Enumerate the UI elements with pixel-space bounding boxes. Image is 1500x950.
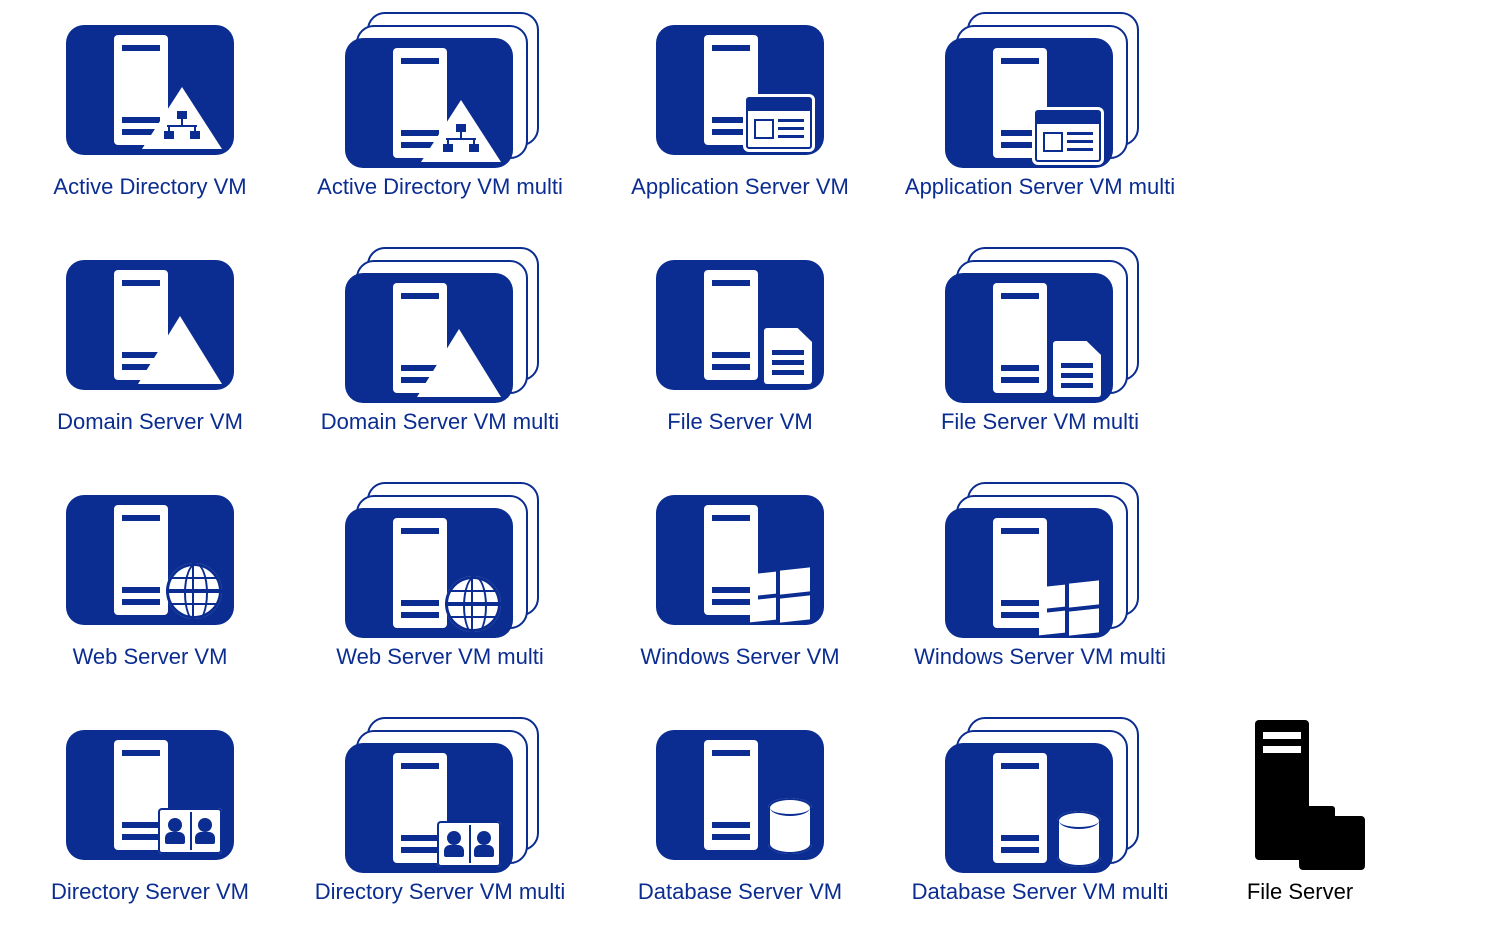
cell-directory-server-vm-multi: Directory Server VM multi xyxy=(280,715,600,940)
label-directory-server-vm-multi: Directory Server VM multi xyxy=(315,879,566,905)
cell-database-server-vm: Database Server VM xyxy=(600,715,880,940)
label-active-directory-vm-multi: Active Directory VM multi xyxy=(317,174,563,200)
label-application-server-vm-multi: Application Server VM multi xyxy=(905,174,1175,200)
cell-file-server: File Server xyxy=(1200,715,1400,940)
label-file-server: File Server xyxy=(1247,879,1353,905)
label-web-server-vm: Web Server VM xyxy=(73,644,228,670)
active-directory-vm-multi-icon[interactable] xyxy=(345,10,535,170)
label-domain-server-vm-multi: Domain Server VM multi xyxy=(321,409,559,435)
label-application-server-vm: Application Server VM xyxy=(631,174,849,200)
cell-windows-server-vm-multi: Windows Server VM multi xyxy=(880,480,1200,705)
cell-web-server-vm-multi: Web Server VM multi xyxy=(280,480,600,705)
active-directory-vm-icon[interactable] xyxy=(55,10,245,170)
label-active-directory-vm: Active Directory VM xyxy=(53,174,246,200)
cell-application-server-vm-multi: Application Server VM multi xyxy=(880,10,1200,235)
label-directory-server-vm: Directory Server VM xyxy=(51,879,249,905)
cell-active-directory-vm-multi: Active Directory VM multi xyxy=(280,10,600,235)
windows-server-vm-icon[interactable] xyxy=(645,480,835,640)
file-server-vm-multi-icon[interactable] xyxy=(945,245,1135,405)
label-database-server-vm: Database Server VM xyxy=(638,879,842,905)
web-server-vm-icon[interactable] xyxy=(55,480,245,640)
domain-server-vm-icon[interactable] xyxy=(55,245,245,405)
cell-database-server-vm-multi: Database Server VM multi xyxy=(880,715,1200,940)
application-server-vm-icon[interactable] xyxy=(645,10,835,170)
label-windows-server-vm-multi: Windows Server VM multi xyxy=(914,644,1166,670)
domain-server-vm-multi-icon[interactable] xyxy=(345,245,535,405)
cell-domain-server-vm-multi: Domain Server VM multi xyxy=(280,245,600,470)
cell-windows-server-vm: Windows Server VM xyxy=(600,480,880,705)
cell-application-server-vm: Application Server VM xyxy=(600,10,880,235)
cell-web-server-vm: Web Server VM xyxy=(20,480,280,705)
label-file-server-vm-multi: File Server VM multi xyxy=(941,409,1139,435)
cell-active-directory-vm: Active Directory VM xyxy=(20,10,280,235)
windows-server-vm-multi-icon[interactable] xyxy=(945,480,1135,640)
label-domain-server-vm: Domain Server VM xyxy=(57,409,243,435)
label-windows-server-vm: Windows Server VM xyxy=(640,644,839,670)
file-server-vm-icon[interactable] xyxy=(645,245,835,405)
application-server-vm-multi-icon[interactable] xyxy=(945,10,1135,170)
cell-directory-server-vm: Directory Server VM xyxy=(20,715,280,940)
label-database-server-vm-multi: Database Server VM multi xyxy=(912,879,1169,905)
database-server-vm-icon[interactable] xyxy=(645,715,835,875)
directory-server-vm-icon[interactable] xyxy=(55,715,245,875)
database-server-vm-multi-icon[interactable] xyxy=(945,715,1135,875)
directory-server-vm-multi-icon[interactable] xyxy=(345,715,535,875)
stencil-grid: Active Directory VM Active Directory VM … xyxy=(0,0,1500,950)
cell-file-server-vm: File Server VM xyxy=(600,245,880,470)
web-server-vm-multi-icon[interactable] xyxy=(345,480,535,640)
label-file-server-vm: File Server VM xyxy=(667,409,812,435)
label-web-server-vm-multi: Web Server VM multi xyxy=(336,644,543,670)
cell-domain-server-vm: Domain Server VM xyxy=(20,245,280,470)
file-server-icon[interactable] xyxy=(1235,715,1365,875)
cell-file-server-vm-multi: File Server VM multi xyxy=(880,245,1200,470)
